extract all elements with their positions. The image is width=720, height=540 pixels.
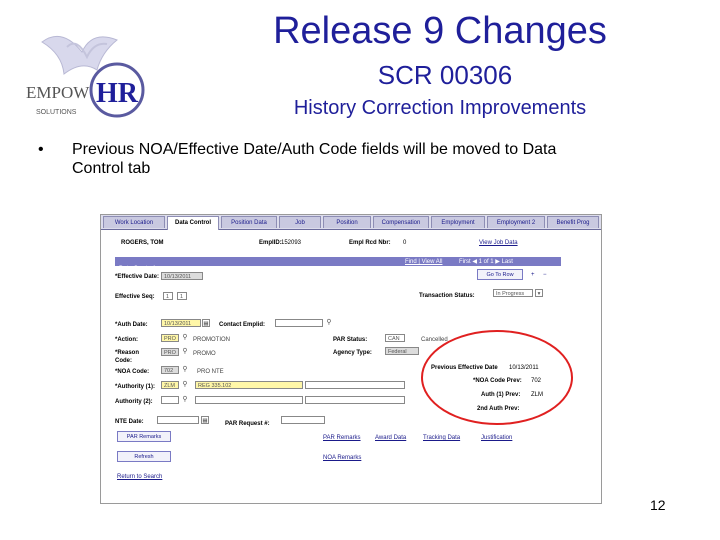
authority-1-search-icon[interactable]: ⚲ xyxy=(181,381,189,389)
app-screenshot: Work Location Data Control Position Data… xyxy=(100,214,602,504)
go-to-row-button[interactable]: Go To Row xyxy=(477,269,523,280)
authority-1-extra-field[interactable] xyxy=(305,381,405,389)
find-view-all-link[interactable]: Find | View All xyxy=(405,258,442,266)
auth-date-field[interactable]: 10/13/2011 xyxy=(161,319,201,327)
noa-remarks-link[interactable]: NOA Remarks xyxy=(323,454,361,462)
effective-seq-field[interactable]: 1 xyxy=(163,292,173,300)
highlight-circle xyxy=(421,330,573,425)
tab-bar: Work Location Data Control Position Data… xyxy=(101,215,601,230)
slide-subtitle: SCR 00306 xyxy=(377,60,513,90)
row-navigation[interactable]: First ◀ 1 of 1 ▶ Last xyxy=(459,258,513,266)
chevron-down-icon[interactable]: ▾ xyxy=(535,289,543,297)
tab-compensation[interactable]: Compensation xyxy=(373,216,429,228)
employee-name: ROGERS, TOM xyxy=(121,240,164,246)
bullet-text: Previous NOA/Effective Date/Auth Code fi… xyxy=(72,141,557,177)
authority-1-field[interactable]: ZLM xyxy=(161,381,179,389)
nte-date-field[interactable] xyxy=(157,416,199,424)
par-remarks-link[interactable]: PAR Remarks xyxy=(323,434,361,442)
add-row-icon[interactable]: + xyxy=(531,271,535,279)
tab-work-location[interactable]: Work Location xyxy=(103,216,165,228)
tracking-data-link[interactable]: Tracking Data xyxy=(423,434,460,442)
action-search-icon[interactable]: ⚲ xyxy=(181,334,189,342)
action-description: PROMOTION xyxy=(193,337,230,343)
agency-type-label: Agency Type: xyxy=(333,350,372,356)
transaction-status-label: Transaction Status: xyxy=(419,293,475,299)
justification-link[interactable]: Justification xyxy=(481,434,512,442)
refresh-button[interactable]: Refresh xyxy=(117,451,171,462)
slide-title: Release 9 Changes xyxy=(273,10,607,52)
contact-emplid-field[interactable] xyxy=(275,319,323,327)
agency-type-field[interactable]: Federal xyxy=(385,347,419,355)
empl-rcd-value: 0 xyxy=(403,240,407,246)
delete-row-icon[interactable]: − xyxy=(543,271,547,279)
noa-description: PRO NTE xyxy=(197,369,224,375)
reason-description: PROMO xyxy=(193,351,216,357)
authority-2-extra-field[interactable] xyxy=(305,396,405,404)
par-remarks-button[interactable]: PAR Remarks xyxy=(117,431,171,442)
view-job-data-link[interactable]: View Job Data xyxy=(479,239,518,247)
tab-employment[interactable]: Employment xyxy=(431,216,485,228)
logo-empow-text: EMPOW xyxy=(26,83,90,102)
empl-rcd-label: Empl Rcd Nbr: xyxy=(349,240,391,246)
par-request-field[interactable] xyxy=(281,416,325,424)
return-to-search-link[interactable]: Return to Search xyxy=(117,473,162,481)
tab-benefit-prog[interactable]: Benefit Prog xyxy=(547,216,599,228)
nte-calendar-icon[interactable]: ▦ xyxy=(201,416,209,424)
tab-position-data[interactable]: Position Data xyxy=(221,216,277,228)
authority-2-description-field[interactable] xyxy=(195,396,303,404)
noa-code-field[interactable]: 702 xyxy=(161,366,179,374)
emplid-label: EmplID: xyxy=(259,240,282,246)
action-label: *Action: xyxy=(115,337,138,343)
bullet-symbol: • xyxy=(38,141,44,158)
transaction-status-select[interactable]: In Progress xyxy=(493,289,533,297)
logo-hr-text: HR xyxy=(96,78,139,109)
authority-1-description-field[interactable]: REG 335.102 xyxy=(195,381,303,389)
page-number: 12 xyxy=(650,497,666,513)
reason-code-field[interactable]: PRO xyxy=(161,348,179,356)
auth-date-label: *Auth Date: xyxy=(115,322,148,328)
authority-1-label: *Authority (1): xyxy=(115,384,155,390)
authority-2-search-icon[interactable]: ⚲ xyxy=(181,396,189,404)
slide-section-title: History Correction Improvements xyxy=(293,97,587,119)
par-status-field[interactable]: CAN xyxy=(385,334,405,342)
empowhr-logo: EMPOW HR SOLUTIONS xyxy=(26,35,145,118)
noa-search-icon[interactable]: ⚲ xyxy=(181,366,189,374)
nte-date-label: NTE Date: xyxy=(115,419,144,425)
effective-seq-field-2[interactable]: 1 xyxy=(177,292,187,300)
search-icon[interactable]: ⚲ xyxy=(325,319,333,327)
par-status-label: PAR Status: xyxy=(333,337,368,343)
action-field[interactable]: PRO xyxy=(161,334,179,342)
noa-code-label: *NOA Code: xyxy=(115,369,150,375)
authority-2-label: Authority (2): xyxy=(115,399,153,405)
reason-code-label: *Reason Code: xyxy=(115,350,140,364)
par-request-label: PAR Request #: xyxy=(225,421,270,427)
effective-date-field[interactable]: 10/13/2011 xyxy=(161,272,203,280)
tab-data-control[interactable]: Data Control xyxy=(167,216,219,230)
data-control-label: Data Control xyxy=(119,266,155,272)
tab-job[interactable]: Job xyxy=(279,216,321,228)
effective-seq-label: Effective Seq: xyxy=(115,294,155,300)
emplid-value: 152093 xyxy=(281,240,302,246)
tab-position[interactable]: Position xyxy=(323,216,371,228)
award-data-link[interactable]: Award Data xyxy=(375,434,406,442)
reason-search-icon[interactable]: ⚲ xyxy=(181,348,189,356)
tab-employment-2[interactable]: Employment 2 xyxy=(487,216,545,228)
effective-date-label: *Effective Date: xyxy=(115,274,160,280)
authority-2-field[interactable] xyxy=(161,396,179,404)
calendar-icon[interactable]: ▦ xyxy=(202,319,210,327)
contact-emplid-label: Contact Emplid: xyxy=(219,322,265,328)
logo-tagline: SOLUTIONS xyxy=(36,109,77,116)
